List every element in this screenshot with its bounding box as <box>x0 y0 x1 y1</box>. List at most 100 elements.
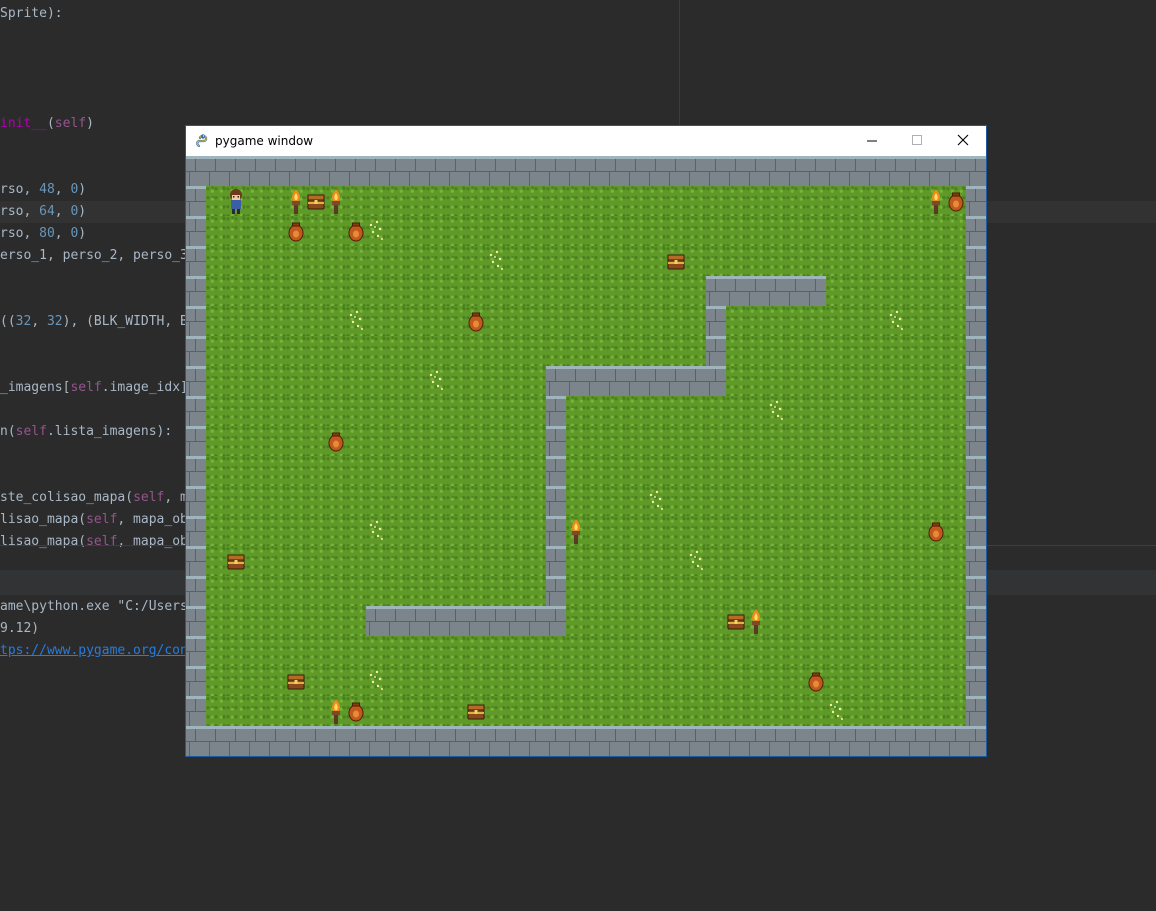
grass-tile <box>746 546 766 576</box>
grass-tile <box>306 456 326 486</box>
game-canvas[interactable] <box>186 156 986 756</box>
code-line: _imagens[self.image_idx] <box>0 377 188 399</box>
grass-tile <box>486 576 506 606</box>
grass-tile <box>766 576 786 606</box>
player-character-icon <box>226 186 246 216</box>
grass-tile <box>326 636 346 666</box>
grass-tile <box>666 276 686 306</box>
pygame-window[interactable]: pygame window <box>186 126 986 756</box>
grass-tile <box>946 606 966 636</box>
grass-tile <box>506 186 526 216</box>
grass-tile <box>706 546 726 576</box>
maximize-button[interactable] <box>894 126 940 156</box>
wall-tile <box>686 726 706 756</box>
grass-tile <box>546 666 566 696</box>
grass-tile <box>406 516 426 546</box>
grass-tile <box>826 246 846 276</box>
wall-tile <box>186 426 206 456</box>
wall-tile <box>926 156 946 186</box>
grass-tile <box>326 606 346 636</box>
grass-tile <box>946 636 966 666</box>
grass-tile <box>566 306 586 336</box>
grass-tile <box>726 246 746 276</box>
wall-tile <box>546 396 566 426</box>
flowers-icon <box>886 306 906 336</box>
minimize-button[interactable] <box>849 126 895 156</box>
grass-tile <box>926 636 946 666</box>
grass-tile <box>206 306 226 336</box>
chest-icon <box>286 666 306 696</box>
grass-tile <box>486 276 506 306</box>
window-titlebar[interactable]: pygame window <box>186 126 986 156</box>
grass-tile <box>766 426 786 456</box>
code-line: Sprite): <box>0 3 63 25</box>
grass-tile <box>526 636 546 666</box>
grass-tile <box>746 186 766 216</box>
grass-tile <box>786 696 806 726</box>
grass-tile <box>646 606 666 636</box>
grass-tile <box>826 576 846 606</box>
grass-tile <box>906 666 926 696</box>
grass-tile <box>266 636 286 666</box>
grass-tile <box>406 186 426 216</box>
grass-tile <box>626 486 646 516</box>
grass-tile <box>426 516 446 546</box>
grass-tile <box>866 636 886 666</box>
code-token: ) <box>86 116 94 131</box>
grass-tile <box>386 546 406 576</box>
grass-tile <box>586 576 606 606</box>
grass-tile <box>426 666 446 696</box>
grass-tile <box>306 636 326 666</box>
grass-tile <box>486 546 506 576</box>
grass-tile <box>846 576 866 606</box>
grass-tile <box>446 396 466 426</box>
wall-tile <box>546 426 566 456</box>
grass-tile <box>346 426 366 456</box>
grass-tile <box>826 516 846 546</box>
grass-tile <box>526 306 546 336</box>
wall-tile <box>966 216 986 246</box>
grass-tile <box>446 366 466 396</box>
grass-tile <box>506 456 526 486</box>
wall-tile <box>326 726 346 756</box>
grass-tile <box>646 186 666 216</box>
grass-tile <box>846 276 866 306</box>
grass-tile <box>666 486 686 516</box>
wall-tile <box>966 336 986 366</box>
grass-tile <box>426 636 446 666</box>
console-token[interactable]: tps://www.pygame.org/cont <box>0 643 196 658</box>
grass-tile <box>486 696 506 726</box>
grass-tile <box>446 336 466 366</box>
code-token: rso, <box>0 182 40 197</box>
grass-tile <box>546 306 566 336</box>
wall-tile <box>186 696 206 726</box>
grass-tile <box>886 366 906 396</box>
close-button[interactable] <box>940 126 986 156</box>
grass-tile <box>266 606 286 636</box>
grass-tile <box>206 666 226 696</box>
grass-tile <box>326 486 346 516</box>
wall-tile <box>186 456 206 486</box>
grass-tile <box>206 216 226 246</box>
grass-tile <box>686 186 706 216</box>
wall-tile <box>826 726 846 756</box>
grass-tile <box>326 276 346 306</box>
grass-tile <box>526 336 546 366</box>
grass-tile <box>706 396 726 426</box>
grass-tile <box>946 546 966 576</box>
wall-tile <box>966 276 986 306</box>
wall-tile <box>486 726 506 756</box>
grass-tile <box>946 276 966 306</box>
grass-tile <box>926 576 946 606</box>
wall-tile <box>486 156 506 186</box>
wall-tile <box>406 606 426 636</box>
grass-tile <box>926 666 946 696</box>
wall-tile <box>726 276 746 306</box>
grass-tile <box>526 456 546 486</box>
wall-tile <box>606 726 626 756</box>
grass-tile <box>266 396 286 426</box>
grass-tile <box>706 456 726 486</box>
wall-tile <box>186 606 206 636</box>
wall-tile <box>846 726 866 756</box>
wall-tile <box>966 726 986 756</box>
